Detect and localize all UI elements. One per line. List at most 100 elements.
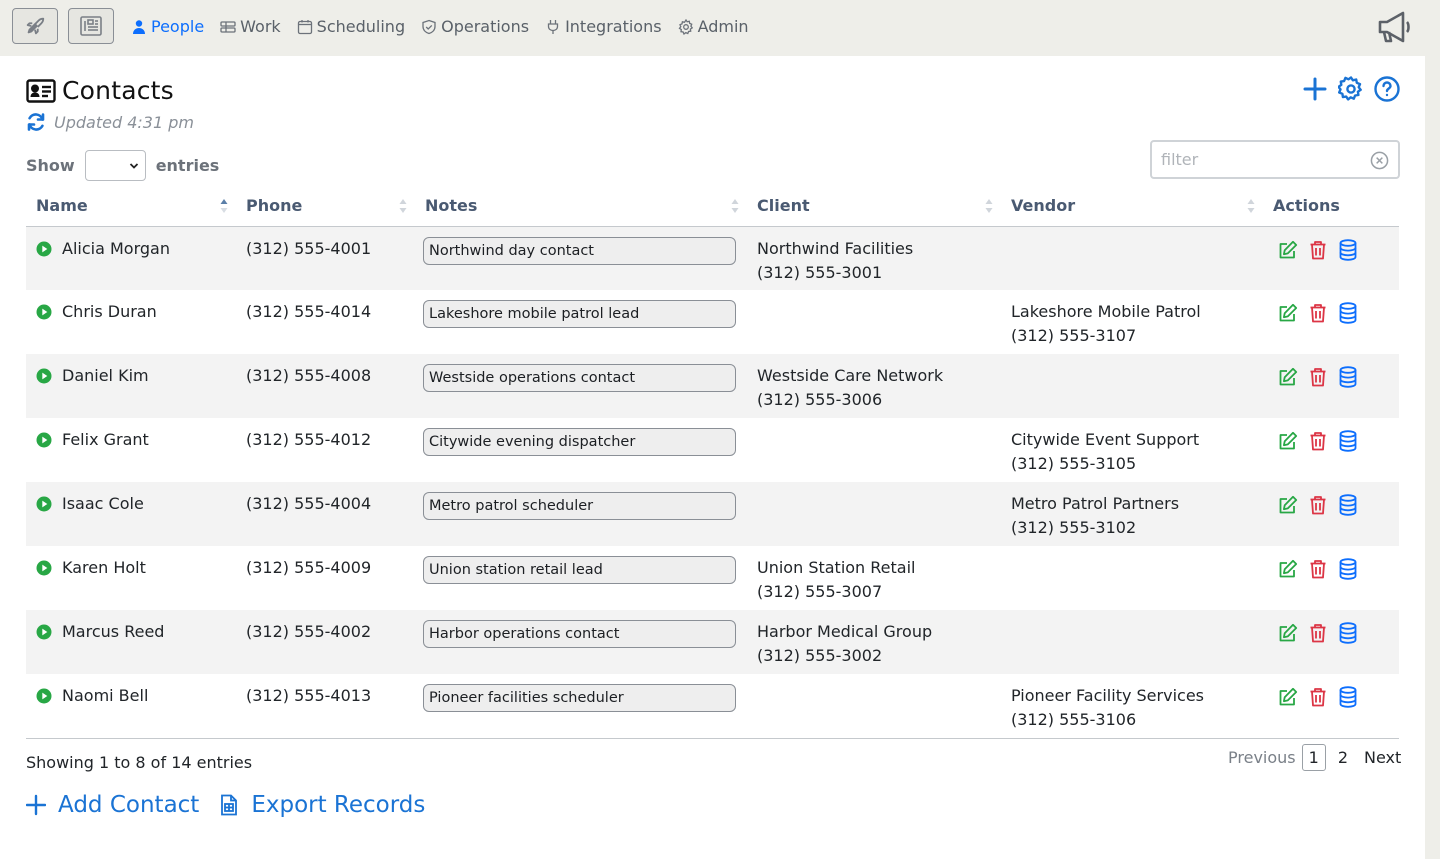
dashboard-button[interactable] bbox=[68, 8, 114, 44]
nav-label: People bbox=[151, 17, 205, 36]
page-1-button[interactable]: 1 bbox=[1301, 744, 1326, 771]
records-button[interactable] bbox=[1338, 558, 1358, 580]
delete-button[interactable] bbox=[1308, 302, 1328, 324]
shield-icon bbox=[422, 19, 436, 34]
contact-name[interactable]: Isaac Cole bbox=[62, 492, 144, 516]
next-button[interactable]: Next bbox=[1360, 748, 1405, 767]
page-2-button[interactable]: 2 bbox=[1326, 748, 1360, 767]
edit-button[interactable] bbox=[1278, 558, 1298, 580]
table-row[interactable]: Chris Duran (312) 555-4014 Lakeshore mobil… bbox=[26, 290, 1399, 354]
contact-phone: (312) 555-4004 bbox=[246, 494, 372, 513]
actions-cell bbox=[1263, 482, 1399, 546]
col-header-phone[interactable]: Phone bbox=[236, 186, 415, 227]
database-icon bbox=[1339, 238, 1357, 261]
edit-button[interactable] bbox=[1278, 239, 1298, 261]
col-header-actions: Actions bbox=[1263, 186, 1399, 227]
database-icon bbox=[1339, 494, 1357, 516]
note-field[interactable]: Pioneer facilities scheduler bbox=[423, 684, 736, 712]
delete-button[interactable] bbox=[1308, 366, 1328, 388]
col-header-name[interactable]: Name bbox=[26, 186, 236, 227]
rocket-button[interactable] bbox=[12, 8, 58, 44]
records-button[interactable] bbox=[1338, 366, 1358, 388]
notes-cell: Citywide evening dispatcher bbox=[415, 418, 747, 482]
nav-work[interactable]: Work bbox=[220, 17, 281, 36]
edit-button[interactable] bbox=[1278, 366, 1298, 388]
refresh-icon[interactable] bbox=[26, 112, 46, 132]
table-row[interactable]: Alicia Morgan (312) 555-4001 Northwind day… bbox=[26, 226, 1399, 290]
records-button[interactable] bbox=[1338, 238, 1358, 261]
edit-button[interactable] bbox=[1278, 302, 1298, 324]
records-button[interactable] bbox=[1338, 686, 1358, 708]
table-row[interactable]: Daniel Kim (312) 555-4008 Westside operati… bbox=[26, 354, 1399, 418]
add-button[interactable] bbox=[1302, 76, 1328, 102]
plug-icon bbox=[547, 19, 559, 34]
help-button[interactable] bbox=[1374, 76, 1400, 102]
edit-icon bbox=[1279, 687, 1298, 706]
contact-name[interactable]: Karen Holt bbox=[62, 556, 146, 580]
contact-name[interactable]: Marcus Reed bbox=[62, 620, 164, 644]
nav-admin[interactable]: Admin bbox=[678, 17, 749, 36]
note-field[interactable]: Northwind day contact bbox=[423, 236, 736, 265]
note-field[interactable]: Harbor operations contact bbox=[423, 620, 736, 648]
delete-button[interactable] bbox=[1308, 686, 1328, 708]
table-row[interactable]: Karen Holt (312) 555-4009 Union station re… bbox=[26, 546, 1399, 610]
col-header-notes[interactable]: Notes bbox=[415, 186, 747, 227]
edit-icon bbox=[1279, 367, 1298, 386]
contact-phone: (312) 555-4014 bbox=[246, 302, 372, 321]
edit-button[interactable] bbox=[1278, 494, 1298, 516]
records-button[interactable] bbox=[1338, 622, 1358, 644]
filter-input[interactable] bbox=[1161, 150, 1361, 169]
table-row[interactable]: Naomi Bell (312) 555-4013 Pioneer faciliti… bbox=[26, 674, 1399, 738]
vendor-name: Pioneer Facility Services bbox=[1011, 686, 1204, 705]
vendor-cell: Lakeshore Mobile Patrol (312) 555-3107 bbox=[1001, 290, 1263, 354]
vendor-name: Metro Patrol Partners bbox=[1011, 494, 1180, 513]
settings-button[interactable] bbox=[1338, 76, 1364, 102]
nav-integrations[interactable]: Integrations bbox=[545, 17, 662, 36]
trash-icon bbox=[1310, 560, 1326, 579]
contact-name[interactable]: Naomi Bell bbox=[62, 684, 148, 708]
add-contact-link[interactable]: Add Contact bbox=[26, 792, 199, 818]
note-field[interactable]: Westside operations contact bbox=[423, 364, 736, 392]
contact-name[interactable]: Chris Duran bbox=[62, 300, 157, 324]
trash-icon bbox=[1310, 304, 1326, 323]
delete-button[interactable] bbox=[1308, 494, 1328, 516]
edit-button[interactable] bbox=[1278, 686, 1298, 708]
updated-status: Updated 4:31 pm bbox=[26, 112, 194, 132]
megaphone-icon[interactable] bbox=[1376, 10, 1412, 44]
previous-button[interactable]: Previous bbox=[1222, 748, 1302, 767]
note-field[interactable]: Citywide evening dispatcher bbox=[423, 428, 736, 456]
edit-button[interactable] bbox=[1278, 430, 1298, 452]
col-header-vendor[interactable]: Vendor bbox=[1001, 186, 1263, 227]
delete-button[interactable] bbox=[1308, 622, 1328, 644]
records-button[interactable] bbox=[1338, 494, 1358, 516]
table-row[interactable]: Felix Grant (312) 555-4012 Citywide evenin… bbox=[26, 418, 1399, 482]
records-button[interactable] bbox=[1338, 302, 1358, 324]
note-field[interactable]: Lakeshore mobile patrol lead bbox=[423, 300, 736, 328]
nav-operations[interactable]: Operations bbox=[421, 17, 529, 36]
entries-select[interactable] bbox=[84, 150, 146, 181]
contact-phone: (312) 555-4012 bbox=[246, 430, 372, 449]
table-row[interactable]: Isaac Cole (312) 555-4004 Metro patrol sch… bbox=[26, 482, 1399, 546]
page-header: Contacts bbox=[26, 76, 174, 105]
edit-icon bbox=[1279, 240, 1298, 258]
delete-button[interactable] bbox=[1308, 239, 1328, 261]
records-button[interactable] bbox=[1338, 430, 1358, 452]
note-field[interactable]: Metro patrol scheduler bbox=[423, 492, 736, 520]
export-records-link[interactable]: Export Records bbox=[219, 792, 425, 818]
contact-name[interactable]: Felix Grant bbox=[62, 428, 149, 452]
col-header-client[interactable]: Client bbox=[747, 186, 1001, 227]
delete-button[interactable] bbox=[1308, 558, 1328, 580]
name-cell: Karen Holt bbox=[26, 546, 236, 610]
note-field[interactable]: Union station retail lead bbox=[423, 556, 736, 584]
sort-icon bbox=[731, 199, 739, 213]
table-row[interactable]: Marcus Reed (312) 555-4002 Harbor operatio… bbox=[26, 610, 1399, 674]
nav-scheduling[interactable]: Scheduling bbox=[297, 17, 405, 36]
phone-cell: (312) 555-4002 bbox=[236, 610, 415, 674]
edit-button[interactable] bbox=[1278, 622, 1298, 644]
contact-name[interactable]: Alicia Morgan bbox=[62, 237, 170, 261]
nav-people[interactable]: People bbox=[131, 17, 204, 36]
clear-icon[interactable] bbox=[1370, 151, 1389, 170]
active-status-icon bbox=[36, 624, 52, 640]
delete-button[interactable] bbox=[1308, 430, 1328, 452]
contact-name[interactable]: Daniel Kim bbox=[62, 364, 149, 388]
